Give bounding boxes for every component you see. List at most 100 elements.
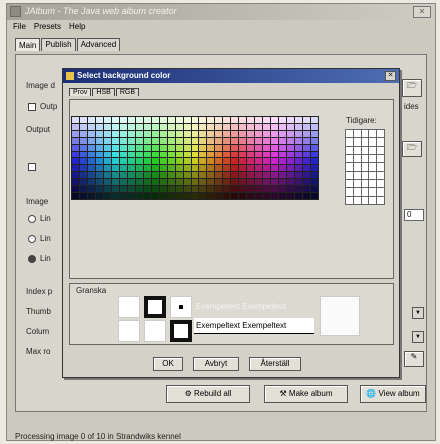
recent-color-swatch[interactable] — [377, 196, 384, 204]
color-swatch[interactable] — [159, 165, 167, 172]
color-swatch[interactable] — [279, 151, 287, 158]
color-swatch[interactable] — [239, 193, 247, 199]
color-swatch[interactable] — [135, 117, 143, 123]
color-swatch[interactable] — [255, 151, 263, 158]
color-swatch[interactable] — [303, 158, 311, 165]
tab-main[interactable]: Main — [15, 38, 41, 51]
color-swatch[interactable] — [303, 179, 311, 186]
color-swatch[interactable] — [72, 158, 79, 165]
color-swatch[interactable] — [135, 144, 143, 151]
color-swatch[interactable] — [263, 172, 271, 179]
recent-color-swatch[interactable] — [361, 130, 369, 138]
color-swatch[interactable] — [207, 193, 215, 199]
color-swatch[interactable] — [159, 186, 167, 193]
recent-color-swatch[interactable] — [361, 196, 369, 204]
recent-color-swatch[interactable] — [361, 188, 369, 196]
color-swatch[interactable] — [295, 193, 303, 199]
color-swatch[interactable] — [95, 151, 103, 158]
color-swatch[interactable] — [207, 117, 215, 123]
color-swatch[interactable] — [215, 144, 223, 151]
color-swatch[interactable] — [127, 193, 135, 199]
recent-color-swatch[interactable] — [346, 155, 353, 163]
color-swatch[interactable] — [247, 117, 255, 123]
color-swatch[interactable] — [303, 186, 311, 193]
color-swatch[interactable] — [255, 165, 263, 172]
color-swatch[interactable] — [159, 137, 167, 144]
color-swatch[interactable] — [119, 165, 127, 172]
color-swatch[interactable] — [191, 137, 199, 144]
color-swatch[interactable] — [175, 117, 183, 123]
make-album-button[interactable]: ⚒ Make album — [264, 385, 348, 403]
recent-color-swatch[interactable] — [346, 163, 353, 171]
color-swatch[interactable] — [207, 137, 215, 144]
color-swatch[interactable] — [143, 158, 151, 165]
color-swatch[interactable] — [239, 144, 247, 151]
color-swatch[interactable] — [111, 137, 119, 144]
color-swatch[interactable] — [175, 123, 183, 130]
color-swatch[interactable] — [279, 179, 287, 186]
color-swatch[interactable] — [151, 123, 159, 130]
color-swatch[interactable] — [119, 186, 127, 193]
color-swatch[interactable] — [303, 193, 311, 199]
color-swatch[interactable] — [191, 193, 199, 199]
color-swatch[interactable] — [119, 179, 127, 186]
recent-color-swatch[interactable] — [369, 196, 377, 204]
window-close-button[interactable]: ✕ — [413, 6, 431, 18]
color-swatch[interactable] — [247, 179, 255, 186]
color-swatch[interactable] — [87, 130, 95, 137]
color-swatch[interactable] — [103, 123, 111, 130]
color-swatch[interactable] — [111, 179, 119, 186]
color-swatch[interactable] — [287, 165, 295, 172]
color-swatch[interactable] — [223, 144, 231, 151]
color-swatch[interactable] — [223, 172, 231, 179]
recent-colors-grid[interactable] — [345, 129, 385, 205]
color-swatch[interactable] — [95, 165, 103, 172]
color-swatch[interactable] — [183, 123, 191, 130]
color-swatch[interactable] — [231, 158, 239, 165]
color-swatch[interactable] — [183, 179, 191, 186]
color-swatch[interactable] — [191, 165, 199, 172]
color-swatch[interactable] — [119, 123, 127, 130]
color-swatch[interactable] — [239, 130, 247, 137]
recent-color-swatch[interactable] — [369, 180, 377, 188]
color-swatch[interactable] — [311, 151, 318, 158]
color-swatch[interactable] — [191, 158, 199, 165]
color-swatch[interactable] — [255, 123, 263, 130]
color-swatch[interactable] — [191, 179, 199, 186]
color-swatch[interactable] — [95, 193, 103, 199]
color-swatch[interactable] — [215, 158, 223, 165]
color-swatch[interactable] — [287, 123, 295, 130]
recent-color-swatch[interactable] — [377, 180, 384, 188]
color-swatch[interactable] — [295, 151, 303, 158]
color-swatch[interactable] — [311, 193, 318, 199]
recent-color-swatch[interactable] — [369, 188, 377, 196]
color-swatch[interactable] — [287, 151, 295, 158]
color-swatch[interactable] — [199, 117, 207, 123]
color-swatch[interactable] — [143, 193, 151, 199]
color-swatch[interactable] — [87, 186, 95, 193]
color-swatch[interactable] — [72, 193, 79, 199]
color-swatch[interactable] — [135, 172, 143, 179]
cancel-button[interactable]: Avbryt — [193, 357, 239, 371]
color-swatch[interactable] — [79, 172, 87, 179]
color-swatch[interactable] — [311, 123, 318, 130]
color-swatch[interactable] — [135, 158, 143, 165]
color-swatch[interactable] — [231, 130, 239, 137]
color-swatch[interactable] — [247, 144, 255, 151]
color-swatch[interactable] — [199, 165, 207, 172]
color-swatch[interactable] — [87, 151, 95, 158]
color-swatch[interactable] — [255, 130, 263, 137]
color-swatch[interactable] — [167, 144, 175, 151]
color-swatch[interactable] — [239, 137, 247, 144]
color-swatch[interactable] — [127, 123, 135, 130]
view-album-button[interactable]: 🌐 View album — [360, 385, 426, 403]
color-swatch[interactable] — [199, 179, 207, 186]
ok-button[interactable]: OK — [153, 357, 183, 371]
color-swatch[interactable] — [199, 193, 207, 199]
color-swatch[interactable] — [72, 151, 79, 158]
color-swatch[interactable] — [135, 130, 143, 137]
color-swatch[interactable] — [287, 186, 295, 193]
color-swatch[interactable] — [143, 117, 151, 123]
color-swatch[interactable] — [207, 144, 215, 151]
color-swatch[interactable] — [223, 193, 231, 199]
